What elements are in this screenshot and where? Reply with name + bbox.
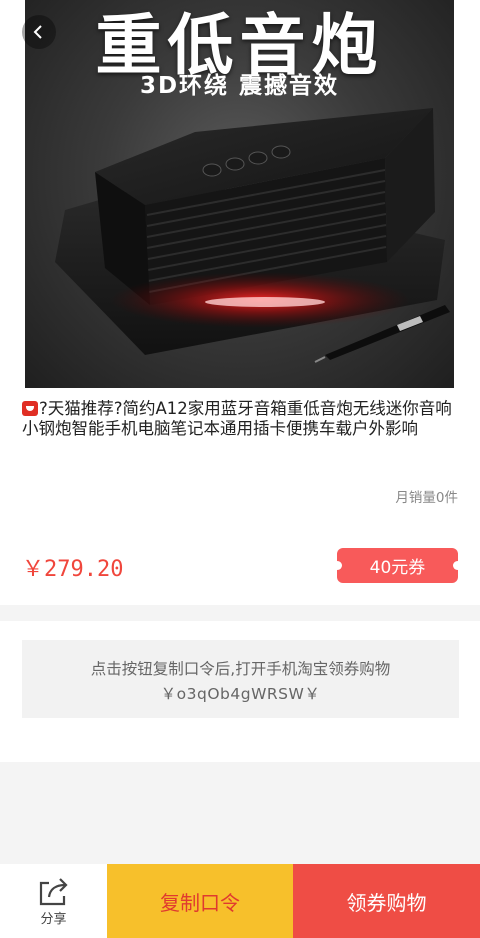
get-coupon-shop-button[interactable]: 领券购物	[293, 864, 480, 938]
instruction-box: 点击按钮复制口令后,打开手机淘宝领券购物 ￥o3qOb4gWRSW￥	[22, 640, 459, 718]
share-button[interactable]: 分享	[0, 864, 107, 938]
chevron-left-icon	[33, 25, 42, 39]
coupon-badge[interactable]: 40元券	[333, 548, 462, 583]
section-divider	[0, 605, 480, 621]
product-price: ￥279.20	[22, 557, 124, 582]
tmall-icon	[22, 401, 38, 416]
instruction-text: 点击按钮复制口令后,打开手机淘宝领券购物	[90, 660, 391, 678]
product-image: 重低音炮 3D环绕 震撼音效	[25, 0, 454, 388]
copy-token-label: 复制口令	[160, 890, 240, 915]
coupon-label: 40元券	[369, 558, 426, 578]
share-label: 分享	[40, 912, 67, 927]
monthly-sales: 月销量0件	[395, 490, 458, 506]
back-button[interactable]	[22, 15, 56, 49]
copy-token-button[interactable]: 复制口令	[107, 864, 293, 938]
bottom-action-bar: 分享 复制口令 领券购物	[0, 864, 480, 938]
share-icon	[39, 878, 68, 906]
bottom-spacer	[0, 762, 480, 864]
get-coupon-shop-label: 领券购物	[346, 890, 427, 915]
product-title: ?天猫推荐?简约A12家用蓝牙音箱重低音炮无线迷你音响小钢炮智能手机电脑笔记本通…	[22, 399, 462, 439]
hero-subheadline: 3D环绕 震撼音效	[139, 73, 340, 99]
product-image-area: 重低音炮 3D环绕 震撼音效	[0, 0, 480, 390]
product-title-text: ?天猫推荐?简约A12家用蓝牙音箱重低音炮无线迷你音响小钢炮智能手机电脑笔记本通…	[22, 399, 452, 438]
token-text: ￥o3qOb4gWRSW￥	[160, 685, 321, 703]
